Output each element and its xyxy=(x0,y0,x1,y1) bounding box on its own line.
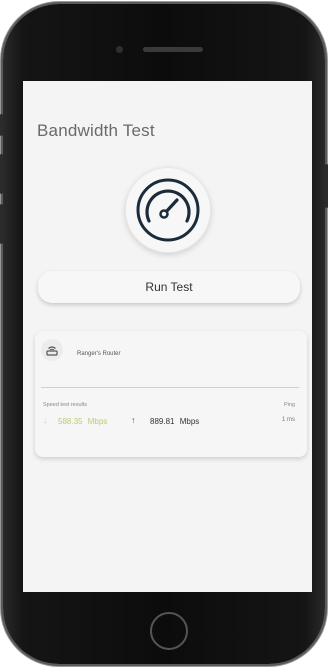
arrow-down-icon: ↓ xyxy=(43,416,47,425)
download-unit: Mbps xyxy=(87,417,108,426)
earpiece-speaker xyxy=(143,47,203,52)
front-camera xyxy=(116,46,123,53)
run-test-button[interactable]: Run Test xyxy=(38,271,300,303)
download-speed: 588.35 Mbps xyxy=(58,417,107,426)
router-card[interactable]: Ranger's Router Speed test results Ping … xyxy=(35,331,307,457)
speed-results-label: Speed test results xyxy=(43,402,88,408)
arrow-up-icon: ↑ xyxy=(131,415,136,425)
page-title: Bandwidth Test xyxy=(37,121,155,140)
volume-up-button xyxy=(0,154,3,194)
power-button xyxy=(325,164,328,208)
router-name: Ranger's Router xyxy=(77,351,121,357)
upload-unit: Mbps xyxy=(179,417,200,426)
router-icon xyxy=(41,339,63,361)
app-screen: Bandwidth Test Run Test Ranger's Router … xyxy=(23,81,312,592)
ping-label: Ping xyxy=(283,402,295,408)
ping-value: 1 ms xyxy=(281,417,295,423)
speedometer-icon[interactable] xyxy=(125,167,211,253)
mute-switch xyxy=(0,114,3,136)
speedometer-graphic xyxy=(136,178,200,242)
upload-value: 889.81 xyxy=(150,417,175,426)
card-divider xyxy=(41,387,299,388)
home-button[interactable] xyxy=(150,612,188,650)
download-value: 588.35 xyxy=(58,417,83,426)
volume-down-button xyxy=(0,204,3,244)
upload-speed: 889.81 Mbps xyxy=(150,417,199,426)
